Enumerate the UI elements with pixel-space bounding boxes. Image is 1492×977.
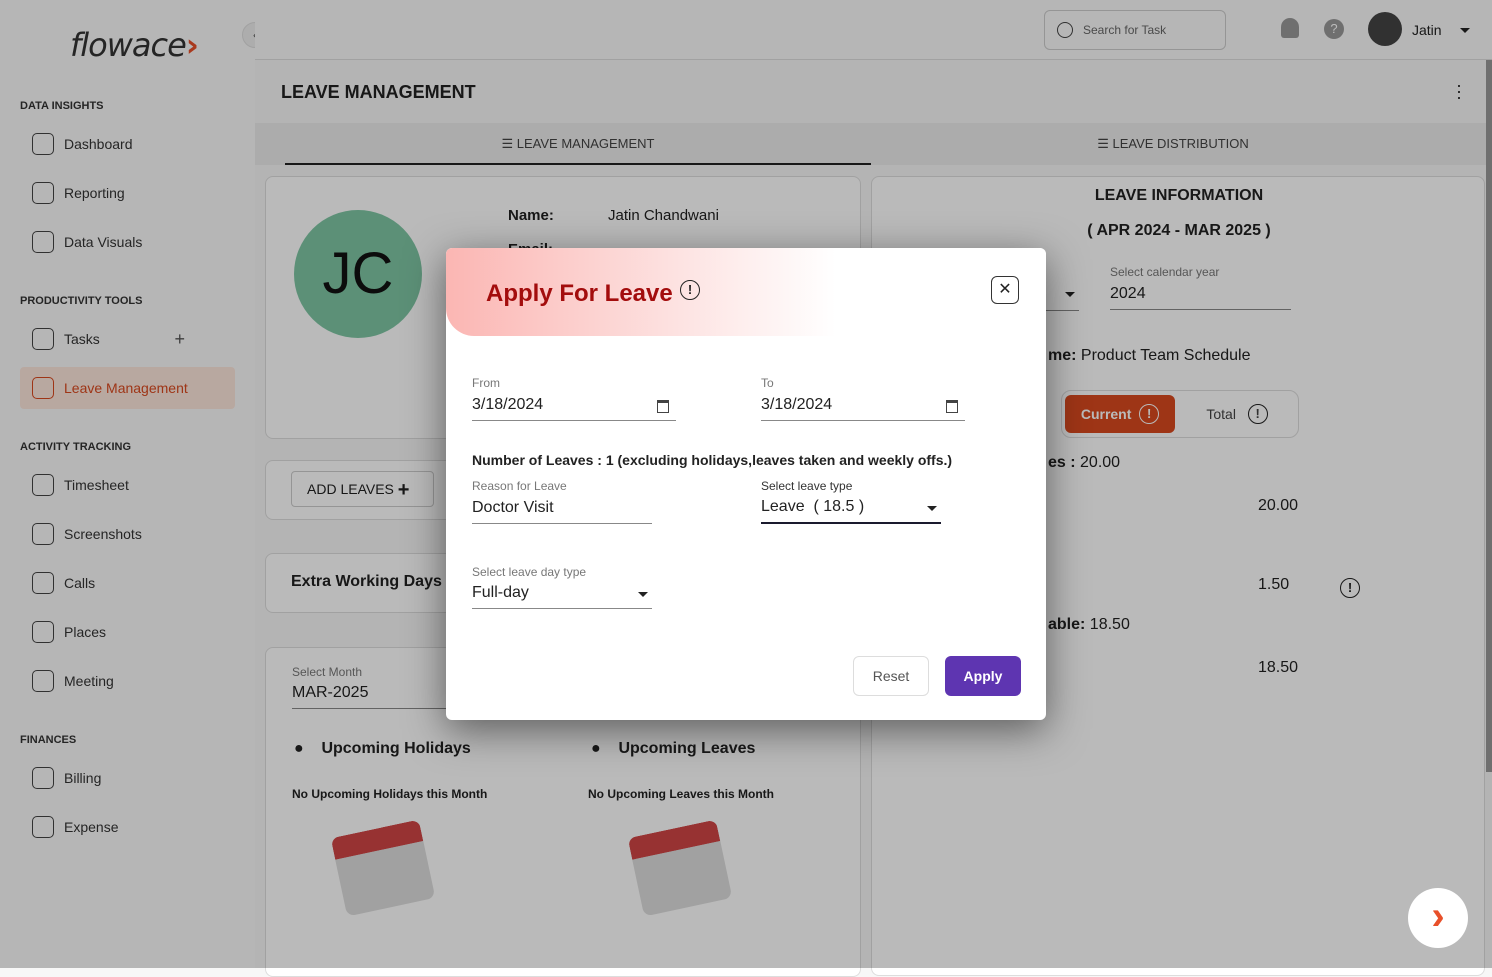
modal-title: Apply For Leave xyxy=(486,280,673,307)
flowace-chat-button[interactable]: › xyxy=(1408,888,1468,948)
calendar-icon[interactable] xyxy=(946,400,958,413)
day-type-select[interactable]: Full-day xyxy=(472,584,652,609)
to-label: To xyxy=(761,376,774,390)
reason-label: Reason for Leave xyxy=(472,479,567,493)
dropdown-caret-icon[interactable] xyxy=(927,506,937,511)
from-label: From xyxy=(472,376,500,390)
info-icon[interactable]: ! xyxy=(680,280,700,300)
number-of-leaves-note: Number of Leaves : 1 (excluding holidays… xyxy=(472,452,953,468)
close-button[interactable]: ✕ xyxy=(991,276,1019,304)
reason-input[interactable]: Doctor Visit xyxy=(472,499,652,524)
from-date-input[interactable]: 3/18/2024 xyxy=(472,396,676,421)
day-type-label: Select leave day type xyxy=(472,565,587,579)
calendar-icon[interactable] xyxy=(657,400,669,413)
apply-leave-modal: Apply For Leave ! ✕ From 3/18/2024 To 3/… xyxy=(446,248,1046,720)
to-date-input[interactable]: 3/18/2024 xyxy=(761,396,965,421)
leave-type-label: Select leave type xyxy=(761,479,853,493)
dropdown-caret-icon[interactable] xyxy=(638,592,648,597)
leave-type-select[interactable]: Leave ( 18.5 ) xyxy=(761,498,941,524)
apply-button[interactable]: Apply xyxy=(945,656,1021,696)
reset-button[interactable]: Reset xyxy=(853,656,929,696)
